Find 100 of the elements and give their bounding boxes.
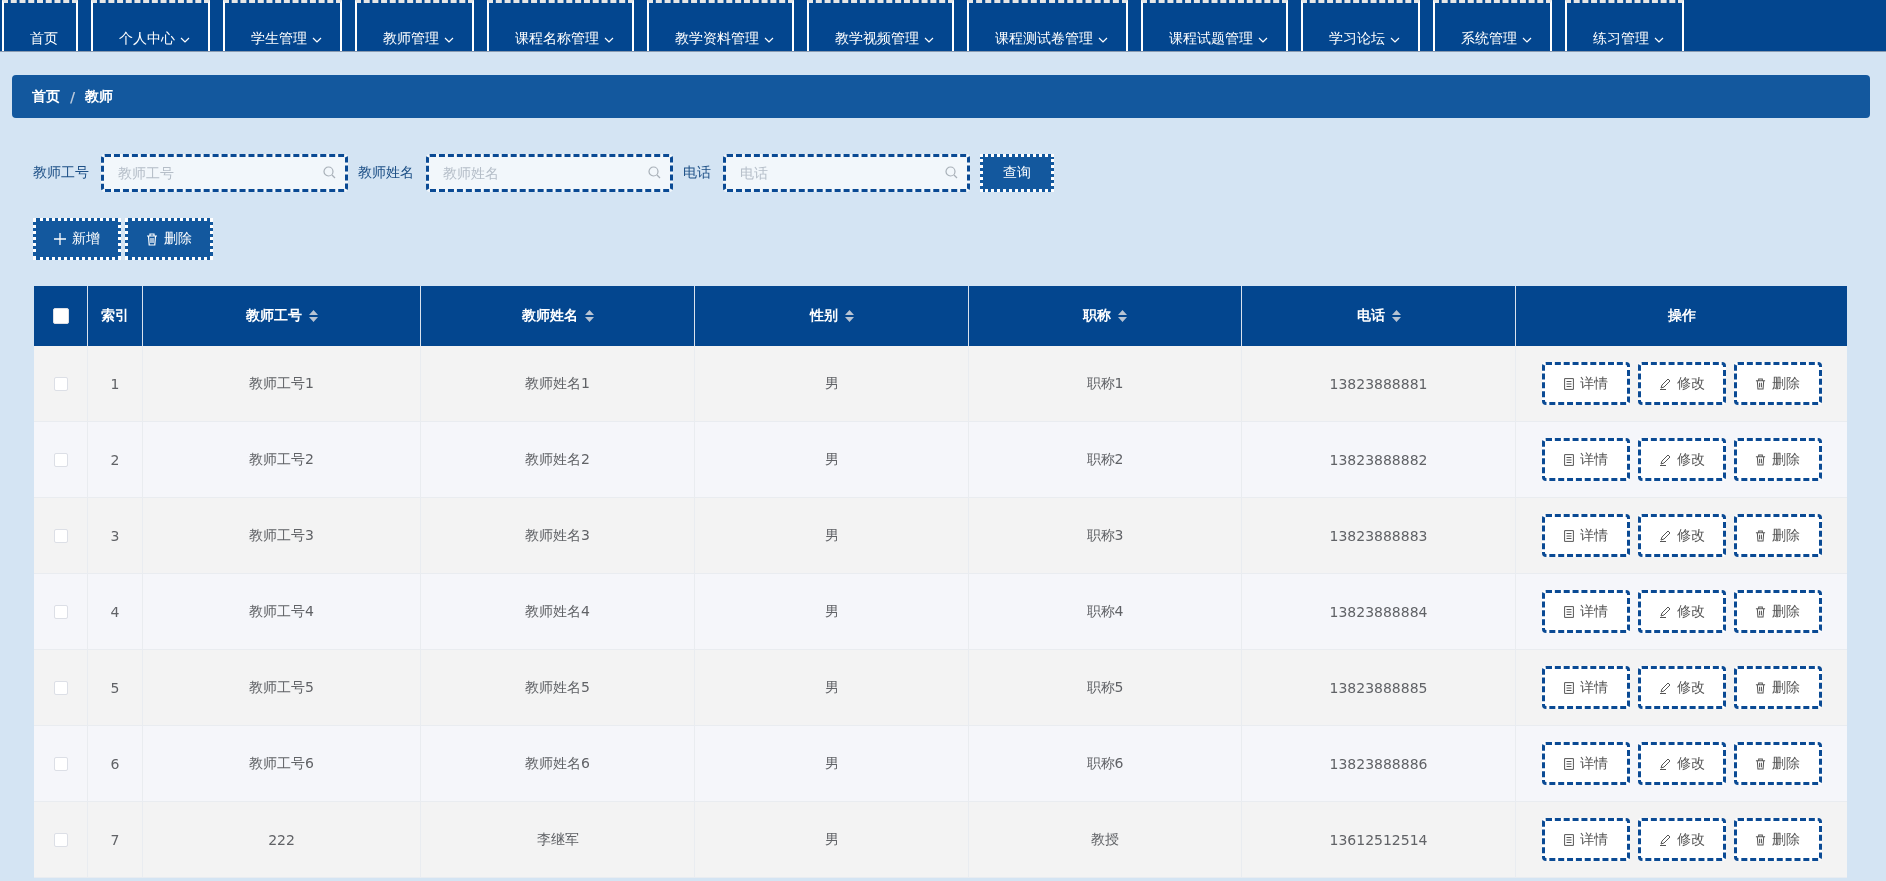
table-cell: 13823888881 [1242, 346, 1516, 421]
search-field[interactable]: 教师姓名 [426, 154, 673, 192]
delete-button[interactable]: 删除 [1733, 514, 1822, 557]
query-button[interactable]: 查询 [980, 154, 1054, 192]
nav-menu-item[interactable]: 学生管理 [223, 0, 342, 51]
delete-button[interactable]: 删除 [1733, 666, 1822, 709]
plus-icon [54, 233, 66, 245]
edit-button[interactable]: 修改 [1637, 818, 1726, 861]
nav-menu-item[interactable]: 教师管理 [355, 0, 474, 51]
table-cell: 男 [695, 726, 969, 801]
table-cell: 男 [695, 498, 969, 573]
table-cell: 2 [88, 422, 143, 497]
table-cell: 李继军 [421, 802, 695, 877]
nav-menu-item[interactable]: 课程测试卷管理 [967, 0, 1128, 51]
nav-menu-item[interactable]: 练习管理 [1565, 0, 1684, 51]
table-cell: 4 [88, 574, 143, 649]
table-cell: 教师工号4 [143, 574, 421, 649]
table-cell: 男 [695, 802, 969, 877]
row-checkbox[interactable] [53, 832, 68, 847]
nav-menu-item[interactable]: 教学视频管理 [807, 0, 954, 51]
breadcrumb-link[interactable]: 教师 [85, 87, 114, 106]
delete-button[interactable]: 删除 [1733, 438, 1822, 481]
table-cell: 5 [88, 650, 143, 725]
row-checkbox[interactable] [53, 528, 68, 543]
document-icon [1563, 605, 1574, 618]
delete-button[interactable]: 删除 [125, 218, 213, 260]
pencil-icon [1658, 681, 1671, 694]
column-header[interactable]: 操作 [1516, 286, 1847, 346]
table-cell: 男 [695, 574, 969, 649]
table-cell: 教师工号1 [143, 346, 421, 421]
table-cell: 教师姓名2 [421, 422, 695, 497]
select-all-checkbox[interactable] [52, 308, 69, 324]
table-cell: 13823888886 [1242, 726, 1516, 801]
table-cell: 职称4 [969, 574, 1242, 649]
table-cell: 职称6 [969, 726, 1242, 801]
edit-button[interactable]: 修改 [1637, 742, 1726, 785]
nav-menu-item[interactable]: 个人中心 [91, 0, 210, 51]
nav-menu-item[interactable]: 课程名称管理 [487, 0, 634, 51]
row-checkbox[interactable] [53, 604, 68, 619]
table-cell: 职称2 [969, 422, 1242, 497]
add-button[interactable]: 新增 [33, 218, 121, 260]
table-cell: 教师姓名3 [421, 498, 695, 573]
trash-icon [1755, 833, 1766, 846]
nav-menu-item[interactable]: 教学资料管理 [647, 0, 794, 51]
detail-button[interactable]: 详情 [1541, 514, 1630, 557]
table-cell: 教师姓名5 [421, 650, 695, 725]
table-cell: 职称3 [969, 498, 1242, 573]
nav-menu-item[interactable]: 首页 [2, 0, 78, 51]
table-cell: 男 [695, 422, 969, 497]
edit-button[interactable]: 修改 [1637, 438, 1726, 481]
edit-button[interactable]: 修改 [1637, 362, 1726, 405]
table-cell: 教师工号2 [143, 422, 421, 497]
field-label: 电话 [683, 164, 711, 182]
edit-button[interactable]: 修改 [1637, 590, 1726, 633]
table-cell: 男 [695, 650, 969, 725]
row-checkbox[interactable] [53, 756, 68, 771]
search-field[interactable]: 教师工号 [101, 154, 348, 192]
table-cell: 1 [88, 346, 143, 421]
table-cell: 教师工号3 [143, 498, 421, 573]
delete-button[interactable]: 删除 [1733, 742, 1822, 785]
pencil-icon [1658, 377, 1671, 390]
delete-button[interactable]: 删除 [1733, 362, 1822, 405]
nav-menu-item[interactable]: 系统管理 [1433, 0, 1552, 51]
delete-button[interactable]: 删除 [1733, 590, 1822, 633]
detail-button[interactable]: 详情 [1541, 666, 1630, 709]
table-cell: 13823888885 [1242, 650, 1516, 725]
detail-button[interactable]: 详情 [1541, 362, 1630, 405]
table-cell: 7 [88, 802, 143, 877]
nav-menu-item[interactable]: 学习论坛 [1301, 0, 1420, 51]
pencil-icon [1658, 605, 1671, 618]
detail-button[interactable]: 详情 [1541, 742, 1630, 785]
table-cell: 职称5 [969, 650, 1242, 725]
table-cell: 13612512514 [1242, 802, 1516, 877]
document-icon [1563, 681, 1574, 694]
document-icon [1563, 377, 1574, 390]
row-checkbox[interactable] [53, 452, 68, 467]
search-field[interactable]: 电话 [723, 154, 970, 192]
table-cell: 教师工号6 [143, 726, 421, 801]
table-cell: 教师姓名1 [421, 346, 695, 421]
table-cell: 教师工号5 [143, 650, 421, 725]
pencil-icon [1658, 529, 1671, 542]
row-checkbox[interactable] [53, 680, 68, 695]
row-checkbox[interactable] [53, 376, 68, 391]
trash-icon [1755, 605, 1766, 618]
search-icon [945, 166, 958, 179]
table-cell: 13823888882 [1242, 422, 1516, 497]
table-cell: 6 [88, 726, 143, 801]
edit-button[interactable]: 修改 [1637, 666, 1726, 709]
detail-button[interactable]: 详情 [1541, 590, 1630, 633]
trash-icon [1755, 757, 1766, 770]
detail-button[interactable]: 详情 [1541, 438, 1630, 481]
edit-button[interactable]: 修改 [1637, 514, 1726, 557]
detail-button[interactable]: 详情 [1541, 818, 1630, 861]
table-cell: 教师姓名4 [421, 574, 695, 649]
trash-icon [1755, 681, 1766, 694]
nav-menu-item[interactable]: 课程试题管理 [1141, 0, 1288, 51]
field-label: 教师姓名 [358, 164, 414, 182]
breadcrumb-link[interactable]: 首页 [32, 87, 60, 106]
delete-button[interactable]: 删除 [1733, 818, 1822, 861]
trash-icon [1755, 529, 1766, 542]
